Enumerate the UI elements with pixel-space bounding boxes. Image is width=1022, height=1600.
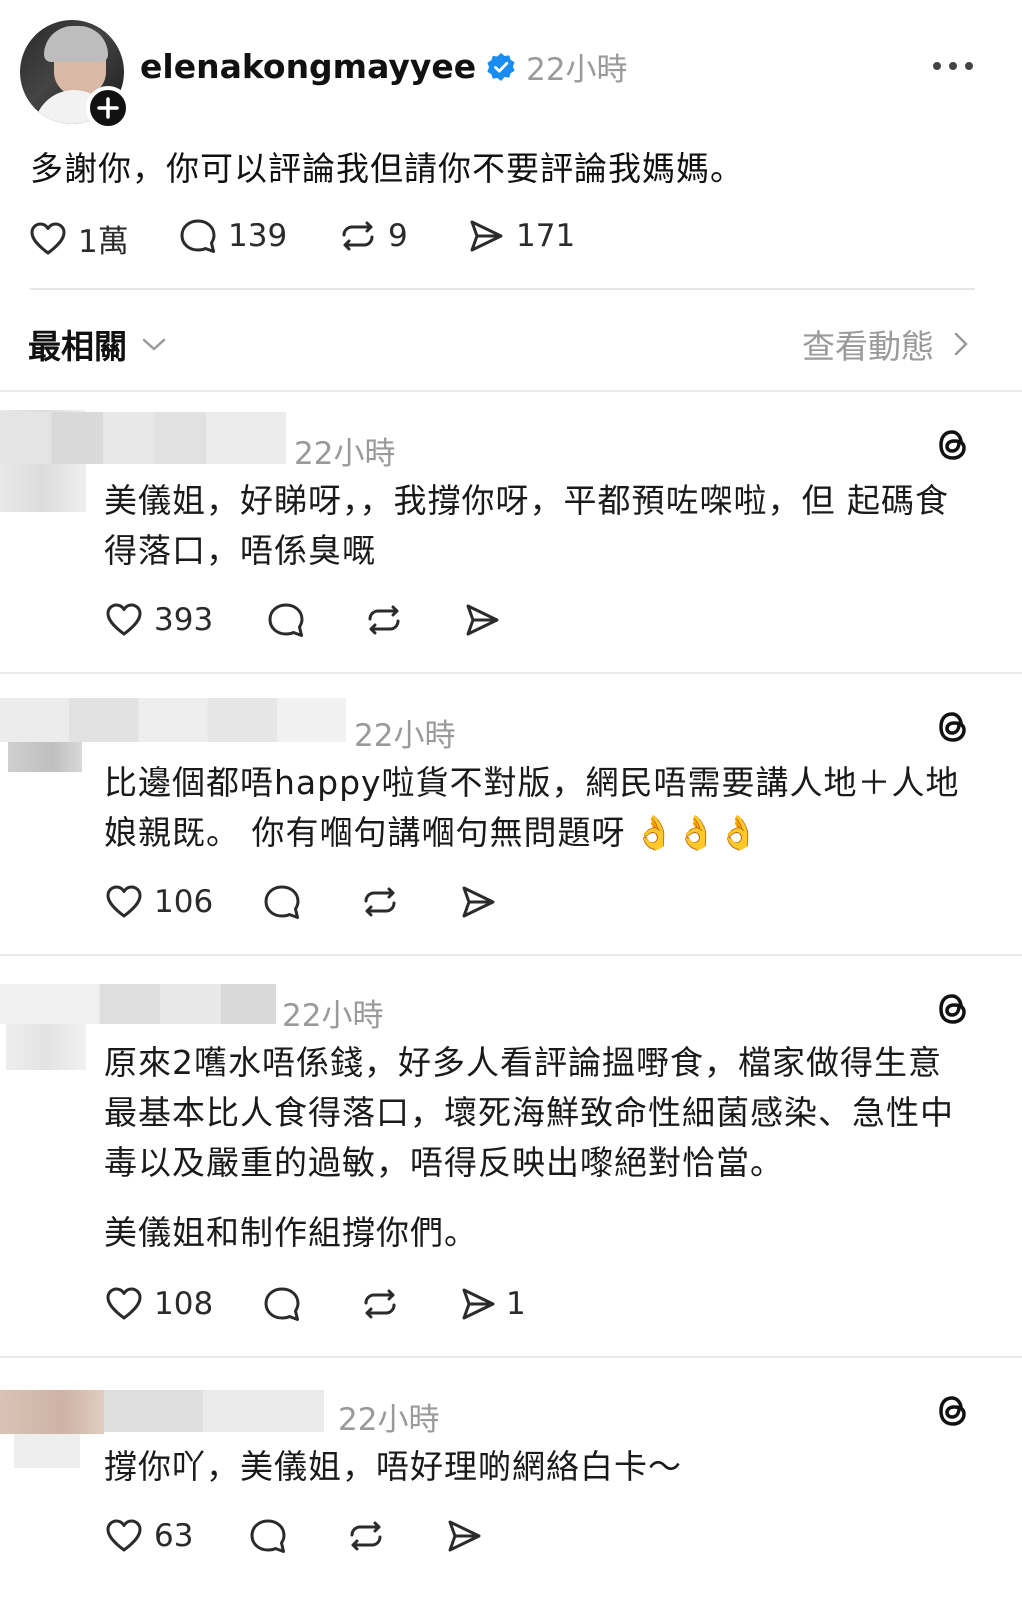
- redacted-avatar-lower: [14, 1434, 80, 1468]
- verified-icon: [487, 52, 515, 81]
- post-comment-button[interactable]: 139: [178, 216, 287, 256]
- threads-icon[interactable]: [932, 424, 974, 466]
- like-count: 63: [154, 1518, 194, 1554]
- divider: [0, 1356, 1022, 1358]
- repost-icon[interactable]: [364, 600, 404, 640]
- post-like-button[interactable]: 1萬: [28, 216, 129, 261]
- share-icon[interactable]: [444, 1516, 484, 1556]
- repost-icon[interactable]: [346, 1516, 386, 1556]
- repost-count: 9: [388, 218, 408, 254]
- view-activity-link[interactable]: 查看動態: [802, 320, 970, 368]
- comment-like-button[interactable]: 108: [104, 1284, 213, 1324]
- divider: [0, 672, 1022, 674]
- comment-time: 22小時: [294, 436, 396, 472]
- comment-text-extra: 美儀姐和制作組撐你們。: [104, 1213, 478, 1252]
- threads-icon[interactable]: [932, 1390, 974, 1432]
- follow-plus-button[interactable]: [86, 86, 130, 130]
- redacted-avatar: [0, 1390, 104, 1434]
- comment-text: 美儀姐，好睇呀，，我撐你呀，平都預咗㗎啦，但 起碼食 得落口，唔係臭嘅: [104, 481, 949, 570]
- repost-icon[interactable]: [360, 1284, 400, 1324]
- like-count: 1萬: [78, 224, 129, 260]
- sort-dropdown[interactable]: 最相關: [28, 320, 167, 368]
- divider: [0, 390, 1022, 392]
- share-count: 1: [506, 1286, 526, 1322]
- post-time: 22小時: [526, 52, 628, 88]
- comment-like-button[interactable]: 393: [104, 600, 213, 640]
- comment-like-button[interactable]: 63: [104, 1516, 193, 1556]
- comment-icon[interactable]: [248, 1516, 288, 1556]
- comment-count: 139: [228, 218, 288, 254]
- post-text: 多謝你，你可以評論我但請你不要評論我媽媽。: [30, 149, 744, 188]
- comment-text: 比邊個都唔happy啦貨不對版，網民唔需要講人地＋人地 娘親既。 你有嗰句講嗰句…: [104, 763, 960, 852]
- share-count: 171: [516, 218, 576, 254]
- comment-time: 22小時: [282, 998, 384, 1034]
- post-username[interactable]: elenakongmayyee: [140, 47, 476, 86]
- like-count: 106: [154, 884, 214, 920]
- comment-icon[interactable]: [262, 882, 302, 922]
- chevron-right-icon: [954, 332, 968, 356]
- comment-like-button[interactable]: 106: [104, 882, 213, 922]
- heart-icon: [106, 1287, 142, 1320]
- redacted-username: [104, 1390, 324, 1432]
- heart-icon: [106, 1519, 142, 1552]
- heart-icon: [30, 222, 66, 254]
- repost-icon[interactable]: [360, 882, 400, 922]
- comment-icon[interactable]: [266, 600, 306, 640]
- redacted-username: [0, 984, 276, 1024]
- share-icon: [462, 1288, 495, 1320]
- ok-hand-emoji: 👌👌👌: [633, 813, 760, 852]
- comment-text: 原來2嚿水唔係錢，好多人看評論搵嘢食，檔家做得生意 最基本比人食得落口，壞死海鮮…: [104, 1043, 954, 1182]
- redacted-username: [0, 698, 346, 742]
- plus-icon: [97, 97, 119, 119]
- heart-icon: [106, 885, 142, 918]
- comment-icon[interactable]: [262, 1284, 302, 1324]
- post-share-button[interactable]: 171: [466, 216, 575, 256]
- like-count: 108: [154, 1286, 214, 1322]
- comment-share-button[interactable]: 1: [458, 1284, 526, 1324]
- repost-icon: [342, 221, 374, 251]
- view-activity-label: 查看動態: [802, 327, 934, 366]
- more-icon[interactable]: [930, 56, 976, 76]
- threads-icon[interactable]: [932, 988, 974, 1030]
- like-count: 393: [154, 602, 214, 638]
- comment-time: 22小時: [354, 718, 456, 754]
- share-icon: [470, 220, 503, 252]
- post-repost-button[interactable]: 9: [338, 216, 408, 256]
- redacted-username: [0, 412, 286, 464]
- share-icon[interactable]: [458, 882, 498, 922]
- divider: [0, 954, 1022, 956]
- comment-icon: [180, 219, 216, 253]
- comment-text: 撐你吖，美儀姐，唔好理啲網絡白卡～: [104, 1447, 682, 1486]
- sort-label: 最相關: [28, 327, 127, 366]
- comment-time: 22小時: [338, 1402, 440, 1438]
- heart-icon: [106, 603, 142, 636]
- threads-icon[interactable]: [932, 706, 974, 748]
- chevron-down-icon: [142, 338, 166, 351]
- divider: [30, 288, 975, 290]
- share-icon[interactable]: [462, 600, 502, 640]
